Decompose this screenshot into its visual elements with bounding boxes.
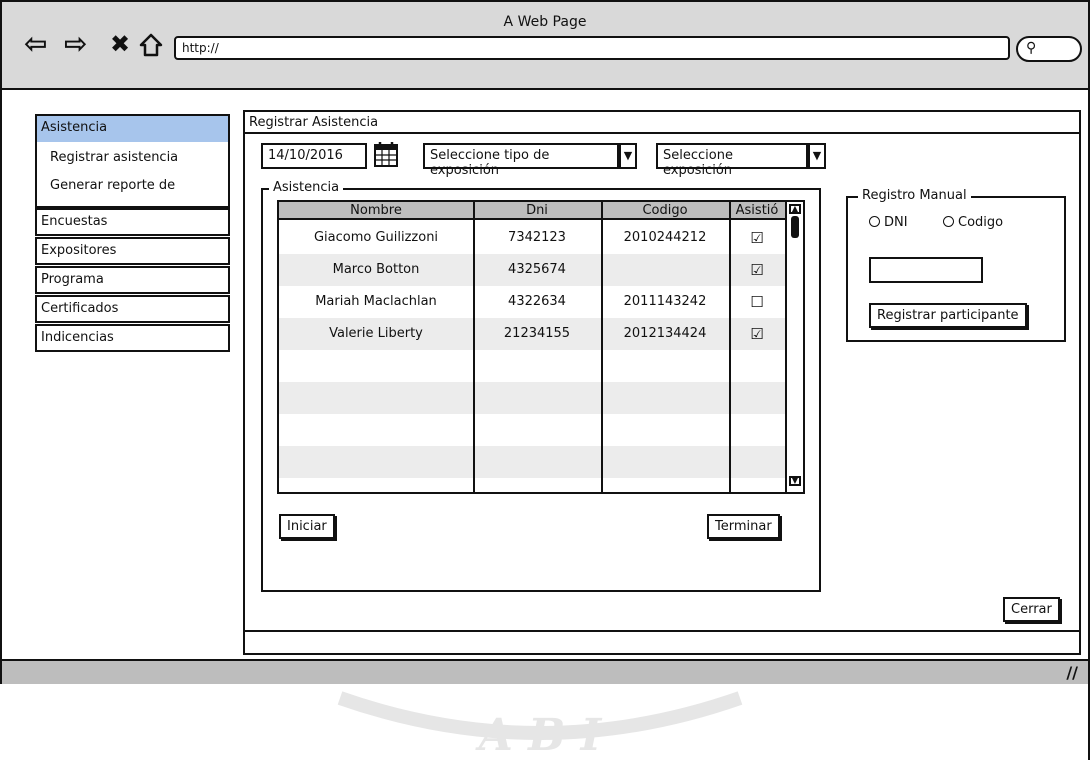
date-field[interactable]: 14/10/2016 <box>261 143 367 169</box>
divider <box>245 132 1079 134</box>
scroll-up-icon[interactable]: ▲ <box>789 204 801 214</box>
exposition-type-select-value: Seleccione tipo de exposición <box>430 148 550 178</box>
column-header-codigo[interactable]: Codigo <box>601 202 729 220</box>
close-icon[interactable]: ✖ <box>110 30 130 58</box>
attendance-checkbox[interactable]: ☑ <box>729 254 785 286</box>
chevron-down-icon[interactable]: ▼ <box>619 143 637 169</box>
registro-manual-legend: Registro Manual <box>858 188 971 203</box>
url-bar[interactable]: http:// <box>174 36 1010 60</box>
sidebar-item-certificados[interactable]: Certificados <box>35 295 230 323</box>
column-header-nombre[interactable]: Nombre <box>279 202 473 220</box>
registrar-participante-button[interactable]: Registrar participante <box>869 303 1027 328</box>
sidebar-item-indicencias[interactable]: Indicencias <box>35 324 230 352</box>
panel-title: Registrar Asistencia <box>249 115 379 130</box>
status-bar: // <box>2 659 1088 684</box>
divider <box>245 630 1079 632</box>
chevron-down-icon[interactable]: ▼ <box>808 143 826 169</box>
radio-dni-label: DNI <box>884 215 908 230</box>
cell-nombre: Giacomo Guilizzoni <box>313 230 439 245</box>
exposition-type-select[interactable]: Seleccione tipo de exposición ▼ <box>423 143 637 178</box>
cell-dni: 4322634 <box>508 294 566 309</box>
radio-codigo-label: Codigo <box>958 215 1004 230</box>
cell-codigo <box>601 254 729 286</box>
cerrar-button[interactable]: Cerrar <box>1003 597 1060 622</box>
home-icon[interactable] <box>138 32 164 58</box>
table-row[interactable]: Mariah Maclachlan 4322634 2011143242 ☐ <box>279 286 785 318</box>
column-divider <box>473 202 475 492</box>
scroll-thumb[interactable] <box>791 216 799 238</box>
table-row[interactable]: Valerie Liberty 21234155 2012134424 ☑ <box>279 318 785 350</box>
table-scrollbar[interactable]: ▲ ▼ <box>785 202 803 492</box>
radio-circle-icon <box>869 216 880 227</box>
search-button[interactable]: ⚲ <box>1016 36 1082 62</box>
asistencia-legend: Asistencia <box>269 180 344 195</box>
cell-codigo: 2012134424 <box>623 326 707 341</box>
table-row-empty[interactable] <box>279 350 785 382</box>
radio-codigo[interactable]: Codigo <box>943 215 1003 230</box>
forward-arrow-icon[interactable]: ⇨ <box>64 30 87 58</box>
manual-id-input[interactable] <box>869 257 983 283</box>
cell-nombre: Valerie Liberty <box>329 326 423 341</box>
cell-codigo: 2011143242 <box>623 294 707 309</box>
table-row-empty[interactable] <box>279 382 785 414</box>
cell-codigo: 2010244212 <box>623 230 707 245</box>
exposition-select-value: Seleccione exposición <box>663 148 733 178</box>
cell-dni: 21234155 <box>503 326 571 341</box>
sidebar-subitem-generar-reporte[interactable]: Generar reporte de <box>50 178 175 193</box>
table-row[interactable]: Marco Botton 4325674 ☑ <box>279 254 785 286</box>
table-row-empty[interactable] <box>279 414 785 446</box>
watermark-logo: A B I <box>330 688 750 761</box>
cell-dni: 7342123 <box>508 230 566 245</box>
attendance-checkbox[interactable]: ☑ <box>729 318 785 350</box>
main-panel: Registrar Asistencia 14/10/2016 Seleccio… <box>243 110 1081 655</box>
radio-circle-icon <box>943 216 954 227</box>
attendance-table[interactable]: Nombre Dni Codigo Asistió Giacomo Guiliz… <box>277 200 805 494</box>
browser-toolbar: A Web Page ⇦ ⇨ ✖ http:// ⚲ <box>2 2 1088 90</box>
search-icon: ⚲ <box>1026 40 1037 56</box>
iniciar-button[interactable]: Iniciar <box>279 514 335 539</box>
exposition-select[interactable]: Seleccione exposición ▼ <box>656 143 826 178</box>
calendar-icon[interactable] <box>373 140 399 168</box>
resize-grip-icon[interactable]: // <box>1066 663 1078 682</box>
cell-nombre: Mariah Maclachlan <box>315 294 437 309</box>
cell-dni: 4325674 <box>508 262 566 277</box>
attendance-checkbox[interactable]: ☐ <box>729 286 785 318</box>
sidebar-item-expositores[interactable]: Expositores <box>35 237 230 265</box>
table-row-empty[interactable] <box>279 446 785 478</box>
browser-window: A Web Page ⇦ ⇨ ✖ http:// ⚲ Asistencia Re… <box>0 0 1090 684</box>
terminar-button[interactable]: Terminar <box>707 514 780 539</box>
table-row-empty[interactable] <box>279 478 785 492</box>
attendance-checkbox[interactable]: ☑ <box>729 222 785 254</box>
column-header-dni[interactable]: Dni <box>473 202 601 220</box>
window-title: A Web Page <box>503 14 587 30</box>
cell-nombre: Marco Botton <box>332 262 420 277</box>
column-divider <box>729 202 731 492</box>
table-row[interactable]: Giacomo Guilizzoni 7342123 2010244212 ☑ <box>279 222 785 254</box>
back-arrow-icon[interactable]: ⇦ <box>24 30 47 58</box>
column-header-asistio[interactable]: Asistió <box>729 202 785 220</box>
radio-dni[interactable]: DNI <box>869 215 908 230</box>
sidebar-subitem-registrar-asistencia[interactable]: Registrar asistencia <box>50 150 178 165</box>
sidebar-item-asistencia[interactable]: Asistencia <box>35 114 230 144</box>
scroll-down-icon[interactable]: ▼ <box>789 476 801 486</box>
column-divider <box>601 202 603 492</box>
sidebar-item-programa[interactable]: Programa <box>35 266 230 294</box>
sidebar-item-encuestas[interactable]: Encuestas <box>35 208 230 236</box>
svg-text:A B I: A B I <box>475 710 603 760</box>
